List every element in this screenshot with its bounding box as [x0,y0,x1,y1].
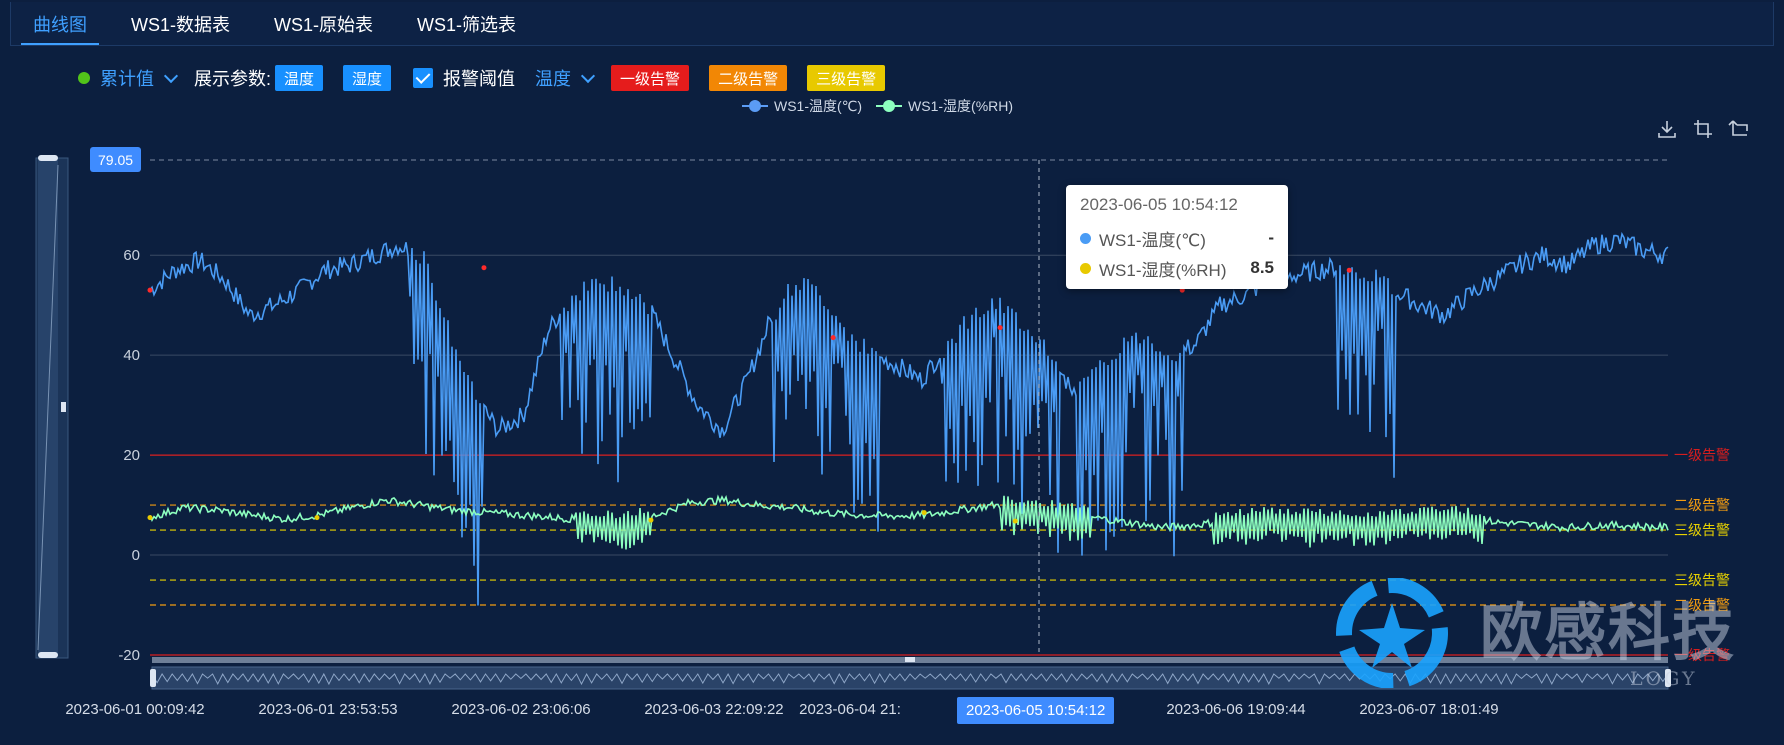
horizontal-zoom-drag-handle [905,657,915,662]
x-tick-label: 2023-06-02 23:06:06 [451,701,590,718]
series-humid-line [149,494,1669,550]
alarm-point-marker [314,515,320,521]
watermark-logo: 欧感科技 LOGY [1330,577,1750,690]
vertical-zoom-drag-handle [61,402,66,412]
x-axis-highlight-label: 2023-06-05 10:54:12 [957,697,1115,724]
tooltip-row-temp: WS1-温度(℃) - [1080,223,1274,253]
horizontal-zoom-handle-left [150,669,156,687]
vertical-zoom-handle-bottom [38,652,58,658]
threshold-label: 三级告警 [1674,522,1730,538]
y-tick-label: 0 [132,547,140,564]
alarm-point-marker [648,517,654,523]
y-tick-label: 60 [123,247,140,264]
tooltip-humid-dot-icon [1080,262,1091,274]
alarm-point-marker [147,287,153,293]
tooltip-temp-dot-icon [1080,232,1091,244]
y-tick-label: 20 [123,447,140,464]
alarm-point-marker [481,265,487,271]
alarm-point-marker [921,510,927,516]
alarm-point-marker [830,335,836,341]
x-tick-label: 2023-06-01 00:09:42 [65,701,204,718]
tooltip-humid-value: 8.5 [1250,258,1274,277]
tooltip-temp-name: WS1-温度(℃) [1099,230,1206,250]
x-tick-label: 2023-06-01 23:53:53 [258,701,397,718]
alarm-point-marker [997,325,1003,331]
threshold-label: 二级告警 [1674,497,1730,513]
tooltip-row-humid: WS1-湿度(%RH) 8.5 [1080,253,1274,283]
threshold-label: 一级告警 [1674,447,1730,463]
alarm-point-marker [1012,518,1018,524]
y-tick-label: 40 [123,347,140,364]
x-tick-label: 2023-06-03 22:09:22 [644,701,783,718]
series-temp-line [149,231,1669,606]
chart-tooltip: 2023-06-05 10:54:12 WS1-温度(℃) - WS1-湿度(%… [1066,185,1288,289]
alarm-point-marker [1346,267,1352,273]
x-tick-label: 2023-06-04 21: [799,701,901,718]
tooltip-temp-value: - [1268,228,1274,247]
y-tick-label: -20 [118,647,140,664]
logo-emblem-icon [1336,577,1448,689]
tooltip-humid-name: WS1-湿度(%RH) [1099,260,1227,280]
x-tick-label: 2023-06-07 18:01:49 [1359,701,1498,718]
alarm-point-marker [147,515,153,521]
x-tick-label: 2023-06-06 19:09:44 [1166,701,1305,718]
vertical-zoom-handle-top [38,155,58,161]
tooltip-time: 2023-06-05 10:54:12 [1080,195,1238,214]
y-max-label: 79.05 [90,147,142,172]
